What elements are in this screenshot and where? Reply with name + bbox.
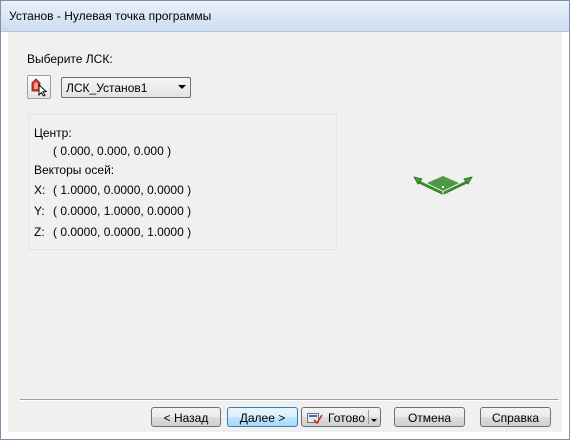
ucs-select[interactable]: ЛСК_Установ1 <box>61 77 191 98</box>
z-axis-value: ( 0.0000, 0.0000, 1.0000 ) <box>53 225 192 239</box>
z-axis-label: Z: <box>34 225 45 239</box>
x-axis-label: X: <box>34 183 46 197</box>
window-title: Установ - Нулевая точка программы <box>9 9 212 23</box>
title-bar: Установ - Нулевая точка программы <box>1 1 569 32</box>
choose-ucs-label: Выберите ЛСК: <box>27 52 113 66</box>
back-button[interactable]: < Назад <box>151 407 221 427</box>
ucs-axes-icon <box>413 176 473 195</box>
x-axis-value: ( 1.0000, 0.0000, 0.0000 ) <box>53 183 192 197</box>
dropdown-arrow-icon[interactable] <box>371 419 377 422</box>
help-button[interactable]: Справка <box>480 407 551 427</box>
dialog-window: Установ - Нулевая точка программы Выбери… <box>0 0 570 440</box>
ucs-select-value: ЛСК_Установ1 <box>66 81 148 95</box>
center-value: ( 0.000, 0.000, 0.000 ) <box>53 144 172 158</box>
axes-label: Векторы осей: <box>34 163 115 177</box>
pick-ucs-icon <box>31 78 48 97</box>
finish-label: Готово <box>328 411 366 425</box>
cancel-button[interactable]: Отмена <box>394 407 465 427</box>
y-axis-value: ( 0.0000, 1.0000, 0.0000 ) <box>53 204 192 218</box>
dialog-body: Выберите ЛСК: ЛСК_Установ1 Центр: ( 0.00… <box>8 32 562 432</box>
footer-separator <box>20 399 558 401</box>
center-label: Центр: <box>34 126 72 140</box>
ucs-info-panel: Центр: ( 0.000, 0.000, 0.000 ) Векторы о… <box>28 114 337 250</box>
chevron-down-icon <box>178 85 186 89</box>
next-button[interactable]: Далее > <box>227 407 298 427</box>
finish-icon <box>307 413 323 424</box>
finish-button[interactable]: Готово <box>301 407 381 427</box>
finish-split-divider <box>368 410 369 424</box>
pick-ucs-button[interactable] <box>27 75 51 99</box>
y-axis-label: Y: <box>34 204 45 218</box>
